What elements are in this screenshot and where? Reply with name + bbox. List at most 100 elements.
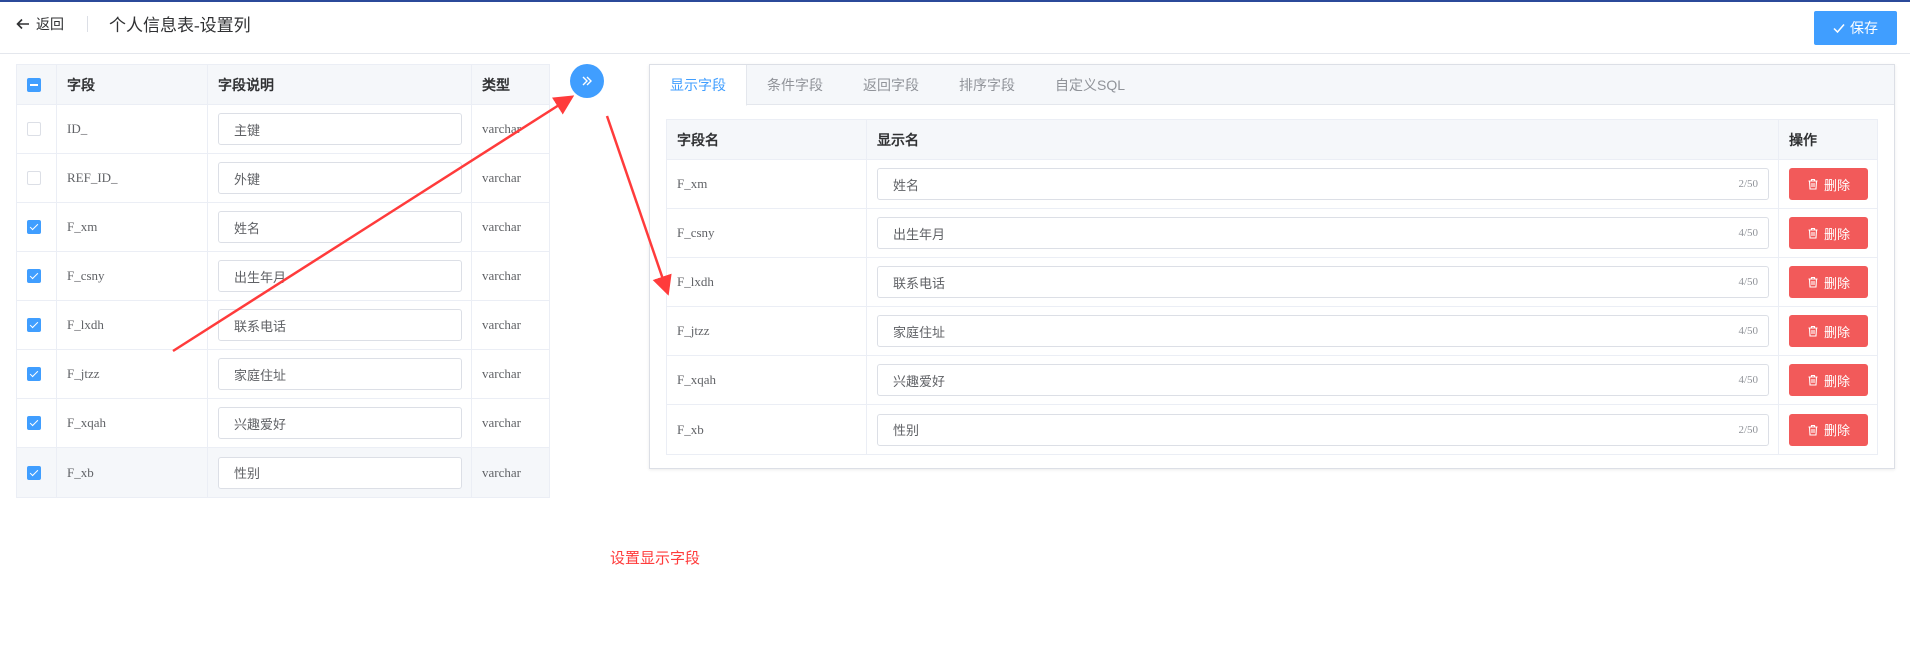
display-name-input[interactable]: 姓名 2/50 xyxy=(877,168,1769,200)
delete-button[interactable]: 删除 xyxy=(1789,266,1868,298)
field-desc-value: 联系电话 xyxy=(234,318,287,334)
delete-button[interactable]: 删除 xyxy=(1789,364,1868,396)
field-desc-input[interactable]: 联系电话 xyxy=(218,309,462,341)
display-table-row: F_lxdh 联系电话 4/50 删除 xyxy=(667,258,1877,307)
display-field-name: F_xb xyxy=(677,421,704,437)
tab-3[interactable]: 排序字段 xyxy=(939,65,1035,105)
row-checkbox[interactable] xyxy=(27,416,41,430)
field-table-row[interactable]: F_lxdh 联系电话 varchar xyxy=(17,301,549,350)
select-all-checkbox[interactable] xyxy=(27,77,41,92)
delete-label: 删除 xyxy=(1823,373,1850,389)
delete-button[interactable]: 删除 xyxy=(1789,413,1868,446)
row-checkbox[interactable] xyxy=(27,367,41,381)
save-button[interactable]: 保存 xyxy=(1814,11,1897,45)
display-name-value: 出生年月 xyxy=(893,226,946,242)
trash-icon xyxy=(1808,424,1818,436)
column-header-display-name: 显示名 xyxy=(877,131,919,148)
field-desc-value: 姓名 xyxy=(234,220,261,236)
check-icon xyxy=(1833,24,1845,34)
field-name: F_lxdh xyxy=(67,317,104,332)
field-type: varchar xyxy=(482,121,521,136)
display-name-value: 家庭住址 xyxy=(893,324,946,340)
field-table-row[interactable]: F_xqah 兴趣爱好 varchar xyxy=(17,399,549,448)
tab-2[interactable]: 返回字段 xyxy=(843,65,939,105)
field-table-row[interactable]: REF_ID_ 外键 varchar xyxy=(17,154,549,203)
char-count: 2/50 xyxy=(1738,423,1758,436)
display-field-name: F_jtzz xyxy=(677,323,710,338)
delete-button[interactable]: 删除 xyxy=(1789,217,1868,249)
field-name: F_csny xyxy=(67,268,105,283)
delete-button[interactable]: 删除 xyxy=(1789,315,1868,347)
page-header: 返回 个人信息表-设置列 保存 xyxy=(0,2,1910,54)
config-panel: 显示字段 条件字段 返回字段 排序字段 自定义SQL 字段名 显示名 操作 F_xm 姓名… xyxy=(649,64,1895,469)
column-header-field-name: 字段名 xyxy=(677,131,719,148)
field-name: REF_ID_ xyxy=(67,170,118,185)
back-label: 返回 xyxy=(36,16,64,32)
field-name: ID_ xyxy=(67,121,88,136)
field-desc-input[interactable]: 姓名 xyxy=(218,211,462,243)
display-table-row: F_csny 出生年月 4/50 删除 xyxy=(667,209,1877,258)
display-table-row: F_xm 姓名 2/50 删除 xyxy=(667,160,1877,209)
char-count: 4/50 xyxy=(1738,374,1758,386)
display-name-value: 性别 xyxy=(893,423,920,438)
display-field-name: F_csny xyxy=(677,225,715,240)
field-table-row[interactable]: F_xm 姓名 varchar xyxy=(17,203,549,252)
display-name-input[interactable]: 出生年月 4/50 xyxy=(877,217,1769,249)
field-desc-input[interactable]: 兴趣爱好 xyxy=(218,407,462,439)
row-checkbox[interactable] xyxy=(27,122,41,136)
field-desc-input[interactable]: 出生年月 xyxy=(218,260,462,292)
row-checkbox[interactable] xyxy=(27,465,41,480)
display-name-value: 兴趣爱好 xyxy=(893,373,946,389)
delete-label: 删除 xyxy=(1823,324,1850,340)
field-table-row[interactable]: F_xb 性别 varchar xyxy=(17,448,549,497)
display-field-table: 字段名 显示名 操作 F_xm 姓名 2/50 删除 F_csny 出生年月 4/50 删除 F… xyxy=(666,119,1878,455)
column-header-action: 操作 xyxy=(1789,131,1817,148)
row-checkbox[interactable] xyxy=(27,171,41,185)
display-name-input[interactable]: 兴趣爱好 4/50 xyxy=(877,364,1769,396)
field-desc-value: 兴趣爱好 xyxy=(234,416,287,432)
display-name-value: 联系电话 xyxy=(893,275,946,291)
row-checkbox[interactable] xyxy=(27,220,41,234)
char-count: 2/50 xyxy=(1738,178,1758,190)
display-field-name: F_xqah xyxy=(677,372,716,387)
display-name-input[interactable]: 家庭住址 4/50 xyxy=(877,315,1769,347)
delete-button[interactable]: 删除 xyxy=(1789,168,1868,200)
field-type: varchar xyxy=(482,464,521,480)
field-table-row[interactable]: F_csny 出生年月 varchar xyxy=(17,252,549,301)
page-title: 个人信息表-设置列 xyxy=(109,16,251,35)
field-desc-input[interactable]: 主键 xyxy=(218,113,462,145)
display-name-input[interactable]: 性别 2/50 xyxy=(877,413,1769,446)
display-name-value: 姓名 xyxy=(893,177,920,193)
trash-icon xyxy=(1808,178,1818,190)
tab-4[interactable]: 自定义SQL xyxy=(1035,65,1145,105)
field-name: F_jtzz xyxy=(67,366,100,381)
row-checkbox[interactable] xyxy=(27,318,41,332)
back-button[interactable]: 返回 xyxy=(16,13,64,35)
tab-1[interactable]: 条件字段 xyxy=(747,65,843,105)
column-header-desc: 字段说明 xyxy=(218,76,274,93)
field-desc-input[interactable]: 外键 xyxy=(218,162,462,194)
field-type: varchar xyxy=(482,317,521,332)
trash-icon xyxy=(1808,276,1818,288)
field-table: 字段 字段说明 类型 ID_ 主键 varchar REF_ID_ 外键 varchar F… xyxy=(16,64,550,498)
display-table-row: F_jtzz 家庭住址 4/50 删除 xyxy=(667,307,1877,356)
row-checkbox[interactable] xyxy=(27,269,41,283)
field-table-row[interactable]: F_jtzz 家庭住址 varchar xyxy=(17,350,549,399)
delete-label: 删除 xyxy=(1823,226,1850,242)
display-table-row: F_xb 性别 2/50 删除 xyxy=(667,405,1877,454)
field-desc-value: 出生年月 xyxy=(234,269,287,285)
display-table-header: 字段名 显示名 操作 xyxy=(667,120,1877,160)
transfer-button[interactable] xyxy=(570,64,604,98)
field-table-row[interactable]: ID_ 主键 varchar xyxy=(17,105,549,154)
tab-0[interactable]: 显示字段 xyxy=(650,65,747,106)
field-desc-input[interactable]: 性别 xyxy=(218,456,462,489)
column-header-field: 字段 xyxy=(67,76,95,93)
delete-label: 删除 xyxy=(1823,275,1850,291)
trash-icon xyxy=(1808,374,1818,386)
field-table-header: 字段 字段说明 类型 xyxy=(17,65,549,105)
display-name-input[interactable]: 联系电话 4/50 xyxy=(877,266,1769,298)
field-type: varchar xyxy=(482,170,521,185)
field-desc-input[interactable]: 家庭住址 xyxy=(218,358,462,390)
column-header-type: 类型 xyxy=(482,76,510,93)
arrow-left-icon xyxy=(16,18,29,30)
